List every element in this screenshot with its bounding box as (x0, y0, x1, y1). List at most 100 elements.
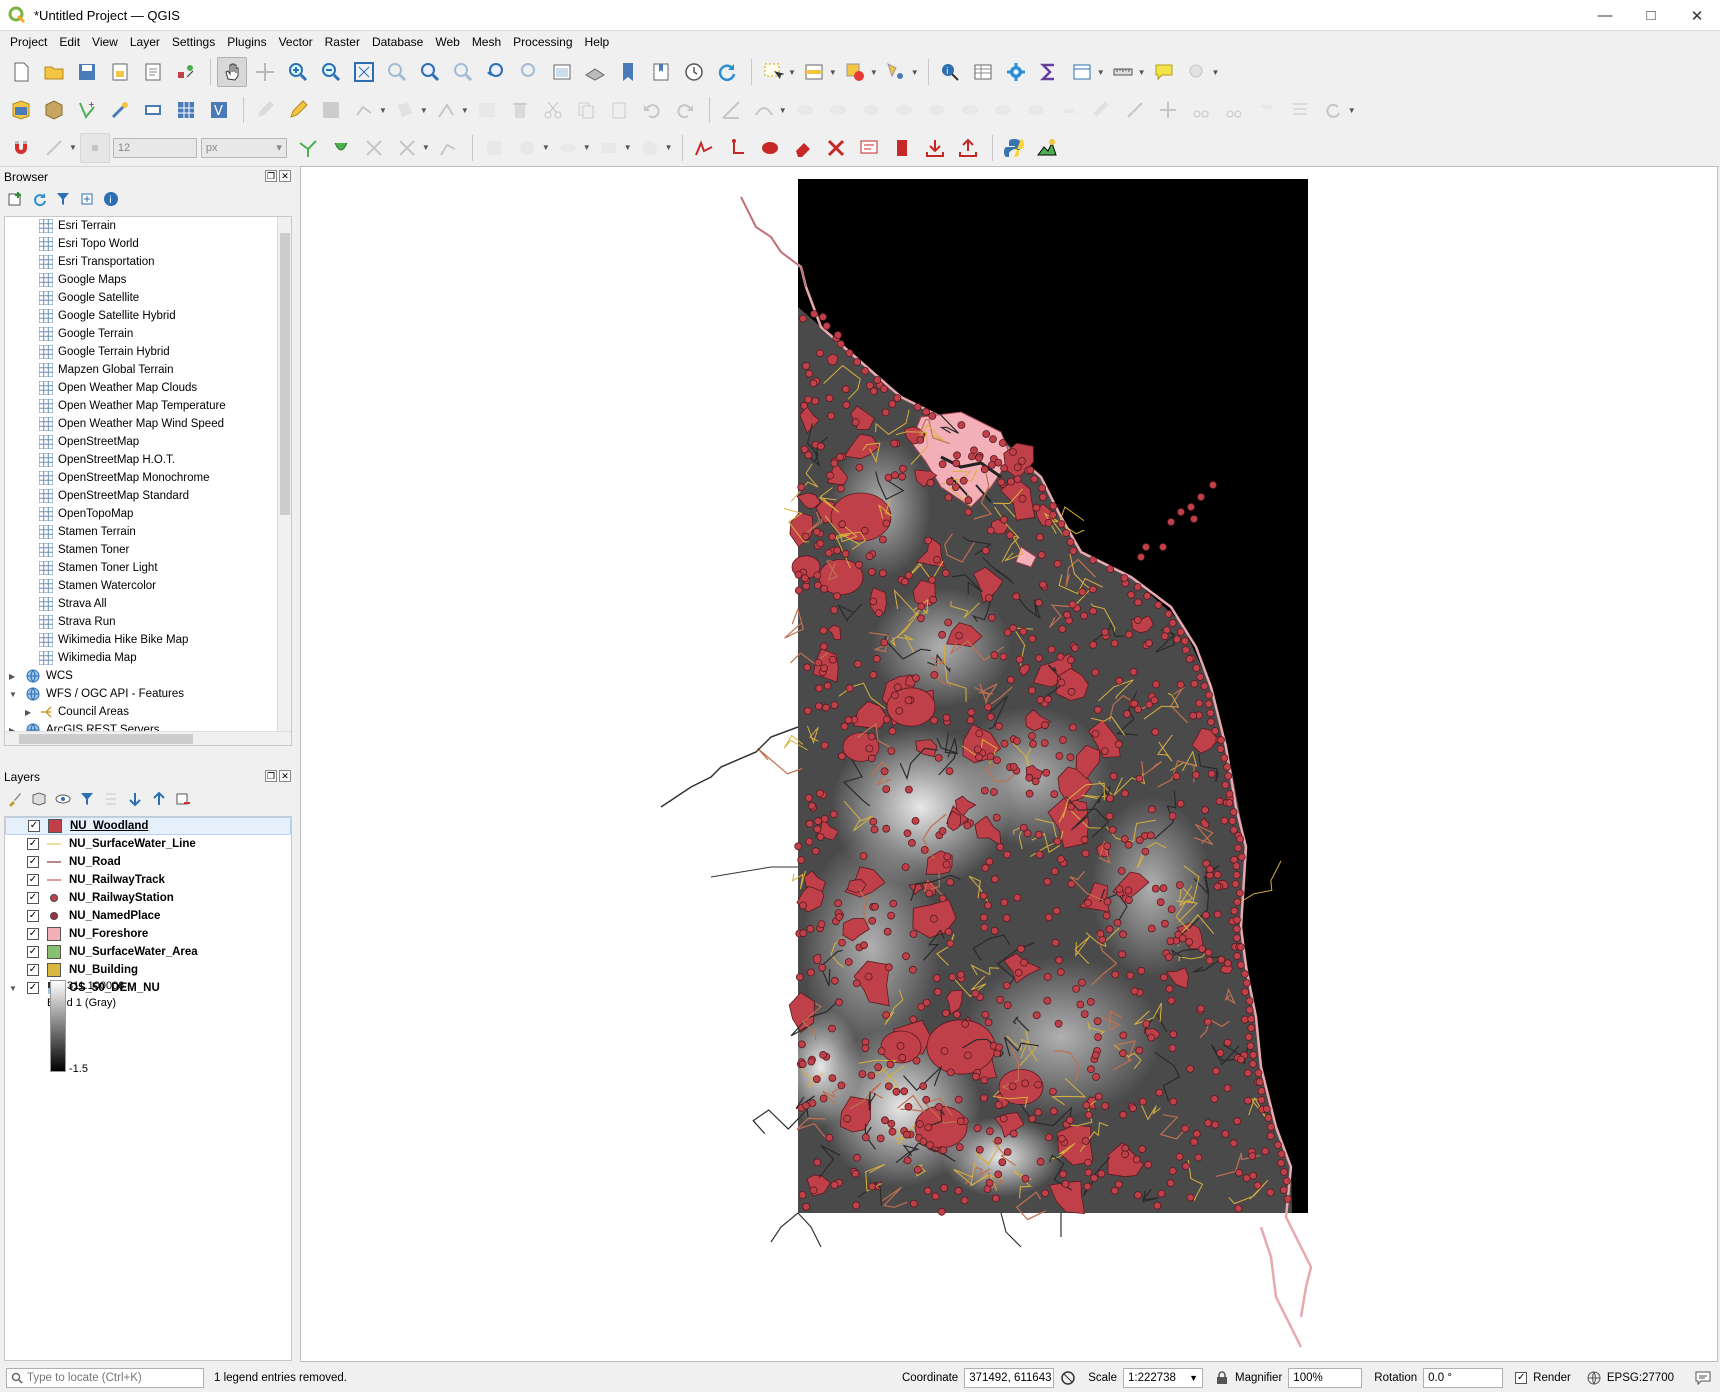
filter-expression-icon[interactable] (102, 790, 120, 808)
menu-processing[interactable]: Processing (507, 33, 578, 51)
menu-layer[interactable]: Layer (124, 33, 166, 51)
chevron-down-icon[interactable]: ▼ (870, 68, 878, 77)
remove-layer-icon[interactable] (174, 790, 192, 808)
chevron-down-icon[interactable]: ▼ (624, 143, 632, 152)
browser-item-xyz[interactable]: OpenTopoMap (5, 505, 291, 523)
browser-item-xyz[interactable]: Stamen Toner (5, 541, 291, 559)
open-project-button[interactable] (39, 57, 69, 87)
toggle-editing-button[interactable] (283, 95, 313, 125)
layer-visibility-checkbox[interactable]: ✓ (27, 874, 39, 886)
browser-item-xyz[interactable]: Esri Topo World (5, 235, 291, 253)
browser-item-xyz[interactable]: OpenStreetMap Standard (5, 487, 291, 505)
new-3d-map-view-button[interactable] (580, 57, 610, 87)
advanced-digitizing-button[interactable] (716, 95, 746, 125)
menu-web[interactable]: Web (429, 33, 465, 51)
browser-item-council-areas[interactable]: ▶ Council Areas (5, 703, 291, 721)
snap-layers-button[interactable] (39, 133, 69, 163)
layer-item[interactable]: ✓ NU_SurfaceWater_Area (5, 943, 291, 961)
tracing-button[interactable] (433, 133, 463, 163)
scale-combo[interactable]: 1:222738 ▼ (1122, 1368, 1203, 1388)
zoom-native-button[interactable] (448, 57, 478, 87)
layer-item[interactable]: ✓ NU_Foreshore (5, 925, 291, 943)
reverse-line-button[interactable] (1120, 95, 1150, 125)
add-circle-button[interactable] (512, 133, 542, 163)
undo-button[interactable] (637, 95, 667, 125)
split-parts-button[interactable] (1219, 95, 1249, 125)
add-linestring-annotation-button[interactable] (689, 133, 719, 163)
save-project-button[interactable] (72, 57, 102, 87)
menu-settings[interactable]: Settings (166, 33, 221, 51)
browser-item-xyz[interactable]: Esri Terrain (5, 217, 291, 235)
add-ring-button[interactable] (889, 95, 919, 125)
browser-item-xyz[interactable]: Open Weather Map Clouds (5, 379, 291, 397)
copy-features-button[interactable] (571, 95, 601, 125)
add-part-button[interactable] (922, 95, 952, 125)
browser-item-xyz[interactable]: Google Satellite (5, 289, 291, 307)
add-rectangle-button[interactable] (594, 133, 624, 163)
snap-unit-select[interactable]: px ▾ (200, 137, 287, 158)
add-polygon-button[interactable] (390, 95, 420, 125)
snap-tolerance-input[interactable]: 12 (112, 137, 197, 158)
pan-map-button[interactable] (217, 57, 247, 87)
layer-visibility-checkbox[interactable]: ✓ (27, 838, 39, 850)
new-print-layout-button[interactable] (105, 57, 135, 87)
layer-item[interactable]: ✓ NU_Woodland (5, 817, 291, 835)
new-geopackage-layer-button[interactable] (39, 95, 69, 125)
deselect-features-button[interactable] (840, 57, 870, 87)
map-tips-button[interactable] (1149, 57, 1179, 87)
close-panel-icon[interactable]: ✕ (279, 770, 291, 782)
delete-selected-button[interactable] (505, 95, 535, 125)
collapse-all-icon[interactable] (78, 190, 96, 208)
browser-item-xyz[interactable]: Stamen Watercolor (5, 577, 291, 595)
browser-item-xyz[interactable]: Google Terrain (5, 325, 291, 343)
menu-plugins[interactable]: Plugins (221, 33, 272, 51)
trim-extend-button[interactable] (1153, 95, 1183, 125)
chevron-down-icon[interactable]: ▼ (69, 143, 77, 152)
delete-part-button[interactable] (1021, 95, 1051, 125)
zoom-out-button[interactable] (316, 57, 346, 87)
magnifier-spinbox[interactable]: 100% (1288, 1368, 1363, 1388)
messages-icon[interactable] (1694, 1370, 1712, 1386)
add-selected-layers-icon[interactable] (6, 190, 24, 208)
menu-project[interactable]: Project (4, 33, 53, 51)
processing-toolbox-button[interactable] (1001, 57, 1031, 87)
maximize-button[interactable]: □ (1628, 0, 1674, 31)
layer-item[interactable]: ✓ NU_RailwayTrack (5, 871, 291, 889)
chevron-down-icon[interactable]: ▼ (9, 984, 19, 993)
browser-item-xyz[interactable]: Open Weather Map Wind Speed (5, 415, 291, 433)
chevron-down-icon[interactable]: ▼ (379, 106, 387, 115)
minimize-button[interactable]: — (1582, 0, 1628, 31)
browser-item-xyz[interactable]: Stamen Toner Light (5, 559, 291, 577)
layer-visibility-checkbox[interactable]: ✓ (27, 928, 39, 940)
locator-search-input[interactable]: Type to locate (Ctrl+K) (6, 1368, 204, 1388)
layer-item[interactable]: ✓ NU_RailwayStation (5, 889, 291, 907)
layer-item[interactable]: ✓ NU_SurfaceWater_Line (5, 835, 291, 853)
browser-vertical-scrollbar[interactable] (277, 217, 291, 745)
chevron-down-icon[interactable]: ▼ (788, 68, 796, 77)
data-source-manager-button[interactable] (6, 95, 36, 125)
profile-tool-button[interactable] (1032, 133, 1062, 163)
menu-database[interactable]: Database (366, 33, 429, 51)
browser-item-xyz[interactable]: OpenStreetMap (5, 433, 291, 451)
info-icon[interactable]: i (102, 190, 120, 208)
form-annotation-button[interactable] (887, 133, 917, 163)
toggle-extents-icon[interactable] (1060, 1370, 1076, 1386)
chevron-down-icon[interactable]: ▼ (542, 143, 550, 152)
rotation-spinbox[interactable]: 0.0 ° (1423, 1368, 1504, 1388)
menu-vector[interactable]: Vector (273, 33, 319, 51)
snap-vertex-button[interactable] (79, 132, 110, 163)
zoom-full-button[interactable] (349, 57, 379, 87)
delete-annotation-button[interactable] (821, 133, 851, 163)
layer-visibility-checkbox[interactable]: ✓ (27, 856, 39, 868)
select-by-value-button[interactable] (799, 57, 829, 87)
delete-ring-button[interactable] (988, 95, 1018, 125)
import-annotation-button[interactable] (920, 133, 950, 163)
zoom-in-button[interactable] (283, 57, 313, 87)
chevron-down-icon[interactable]: ▼ (1097, 68, 1105, 77)
refresh-button[interactable] (712, 57, 742, 87)
chevron-down-icon[interactable]: ▼ (665, 143, 673, 152)
shape-digitizing-button[interactable] (479, 133, 509, 163)
python-console-button[interactable] (999, 133, 1029, 163)
paste-features-button[interactable] (604, 95, 634, 125)
new-map-view-button[interactable] (547, 57, 577, 87)
